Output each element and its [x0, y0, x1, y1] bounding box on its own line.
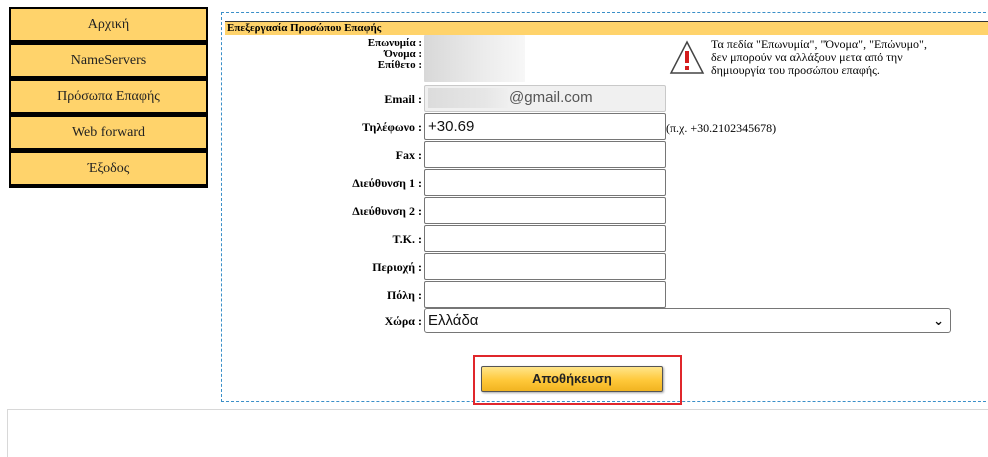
country-select[interactable]: Ελλάδα ⌄	[424, 308, 951, 333]
save-button[interactable]: Αποθήκευση	[481, 366, 663, 392]
phone-hint: (π.χ. +30.2102345678)	[666, 121, 777, 135]
postcode-label: Τ.Κ. :	[392, 232, 422, 246]
address2-input[interactable]	[424, 197, 666, 224]
nav-item-home[interactable]: Αρχική	[11, 9, 206, 40]
chevron-down-icon: ⌄	[933, 313, 944, 328]
nav-item-logout[interactable]: Έξοδος	[11, 153, 206, 184]
address2-label: Διεύθυνση 2 :	[352, 204, 422, 218]
nav-item-web-forward[interactable]: Web forward	[11, 117, 206, 148]
panel-title: Επεξεργασία Προσώπου Επαφής	[225, 21, 988, 35]
city-input[interactable]	[424, 281, 666, 308]
phone-label: Τηλέφωνο :	[362, 120, 422, 134]
immutable-fields-notice: Τα πεδία "Επωνυμία", "Όνομα", "Επώνυμο",…	[711, 37, 927, 77]
redacted-email-user	[428, 88, 508, 108]
city-label: Πόλη :	[386, 288, 422, 302]
phone-input[interactable]: +30.69	[424, 113, 666, 140]
last-name-label: Επίθετο :	[377, 59, 422, 71]
country-label: Χώρα :	[384, 314, 422, 328]
country-selected-value: Ελλάδα	[428, 312, 479, 329]
sidebar-nav: Αρχική NameServers Πρόσωπα Επαφής Web fo…	[9, 7, 208, 188]
redacted-name-values	[424, 35, 525, 82]
fax-input[interactable]	[424, 141, 666, 168]
email-label: Email :	[384, 92, 422, 106]
nav-item-contacts[interactable]: Πρόσωπα Επαφής	[11, 81, 206, 112]
email-domain: @gmail.com	[509, 89, 593, 106]
fax-label: Fax :	[395, 148, 422, 162]
postcode-input[interactable]	[424, 225, 666, 252]
address1-input[interactable]	[424, 169, 666, 196]
bottom-content-box	[7, 409, 988, 457]
warning-icon	[669, 40, 705, 74]
nav-item-nameservers[interactable]: NameServers	[11, 45, 206, 76]
address1-label: Διεύθυνση 1 :	[352, 176, 422, 190]
region-label: Περιοχή :	[372, 260, 422, 274]
region-input[interactable]	[424, 253, 666, 280]
